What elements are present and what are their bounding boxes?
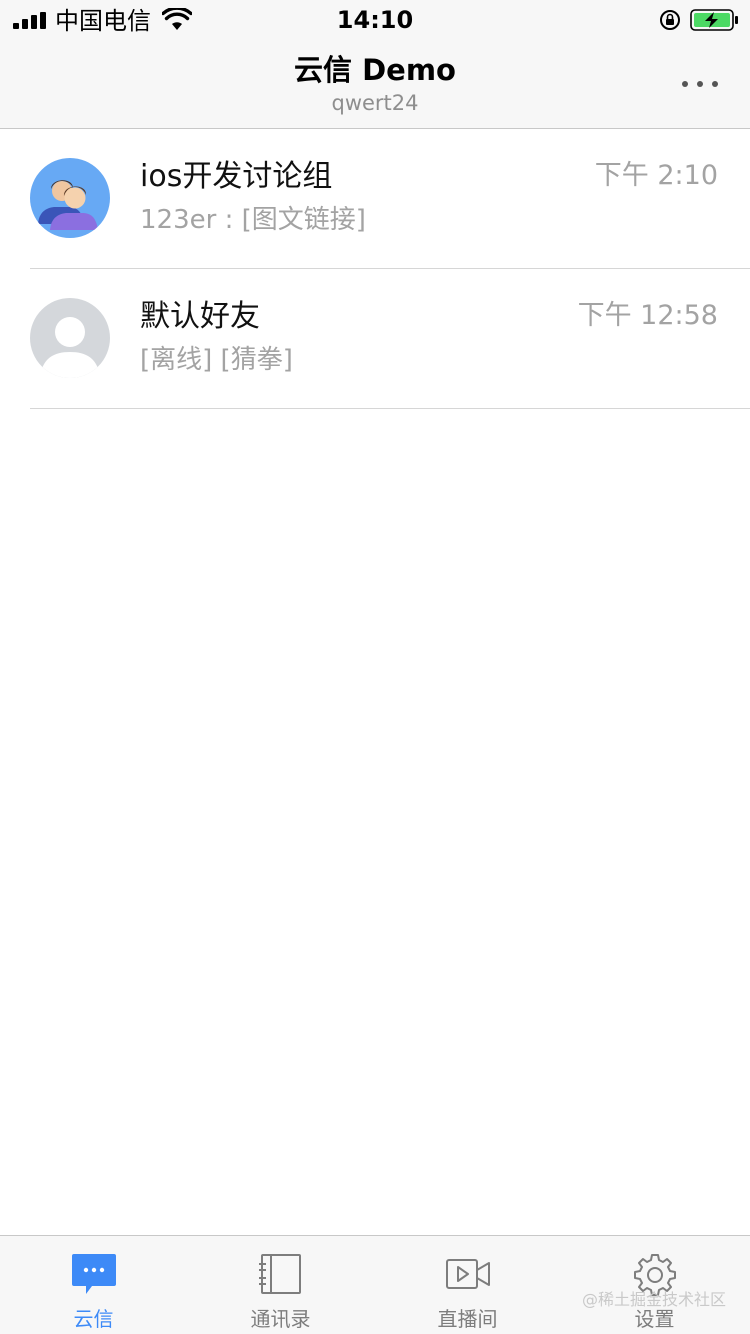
more-dots-icon[interactable] (672, 68, 728, 100)
tab-settings[interactable]: 设置 (561, 1236, 748, 1334)
contacts-book-icon (258, 1254, 301, 1294)
tab-live-room[interactable]: 直播间 (374, 1236, 561, 1334)
session-last-message: [离线] [猜拳] (140, 345, 293, 375)
battery-charging-icon (690, 9, 738, 31)
tab-label: 云信 (73, 1307, 114, 1331)
status-time: 14:10 (336, 6, 414, 34)
account-subtitle: qwert24 (331, 91, 419, 115)
video-camera-icon (445, 1259, 490, 1289)
orientation-lock-icon (660, 10, 680, 30)
page-title: 云信 Demo (294, 53, 456, 87)
session-time: 下午 12:58 (577, 300, 718, 331)
group-avatar-icon (30, 158, 110, 238)
tab-yunxin[interactable]: 云信 (0, 1236, 187, 1334)
tab-contacts[interactable]: 通讯录 (187, 1236, 374, 1334)
session-name: ios开发讨论组 (140, 159, 333, 194)
navigation-bar: 云信 Demo qwert24 (0, 40, 750, 129)
chat-bubble-icon (71, 1254, 116, 1294)
session-row[interactable]: ios开发讨论组 123er : [图文链接] 下午 2:10 (0, 129, 750, 269)
session-last-message: 123er : [图文链接] (140, 205, 366, 235)
tab-label: 通讯录 (250, 1307, 311, 1331)
session-name: 默认好友 (140, 299, 260, 334)
status-bar: 中国电信 14:10 (0, 0, 750, 40)
tab-bar: 云信 通讯录 直播间 设置 (0, 1235, 750, 1334)
watermark: @稀土掘金技术社区 (582, 1290, 727, 1309)
session-row[interactable]: 默认好友 [离线] [猜拳] 下午 12:58 (0, 269, 750, 409)
tab-label: 直播间 (437, 1307, 498, 1331)
session-time: 下午 2:10 (594, 160, 718, 191)
default-user-avatar-icon (30, 298, 110, 378)
row-divider (30, 408, 750, 409)
session-list: ios开发讨论组 123er : [图文链接] 下午 2:10 默认好友 [离线… (0, 129, 750, 409)
